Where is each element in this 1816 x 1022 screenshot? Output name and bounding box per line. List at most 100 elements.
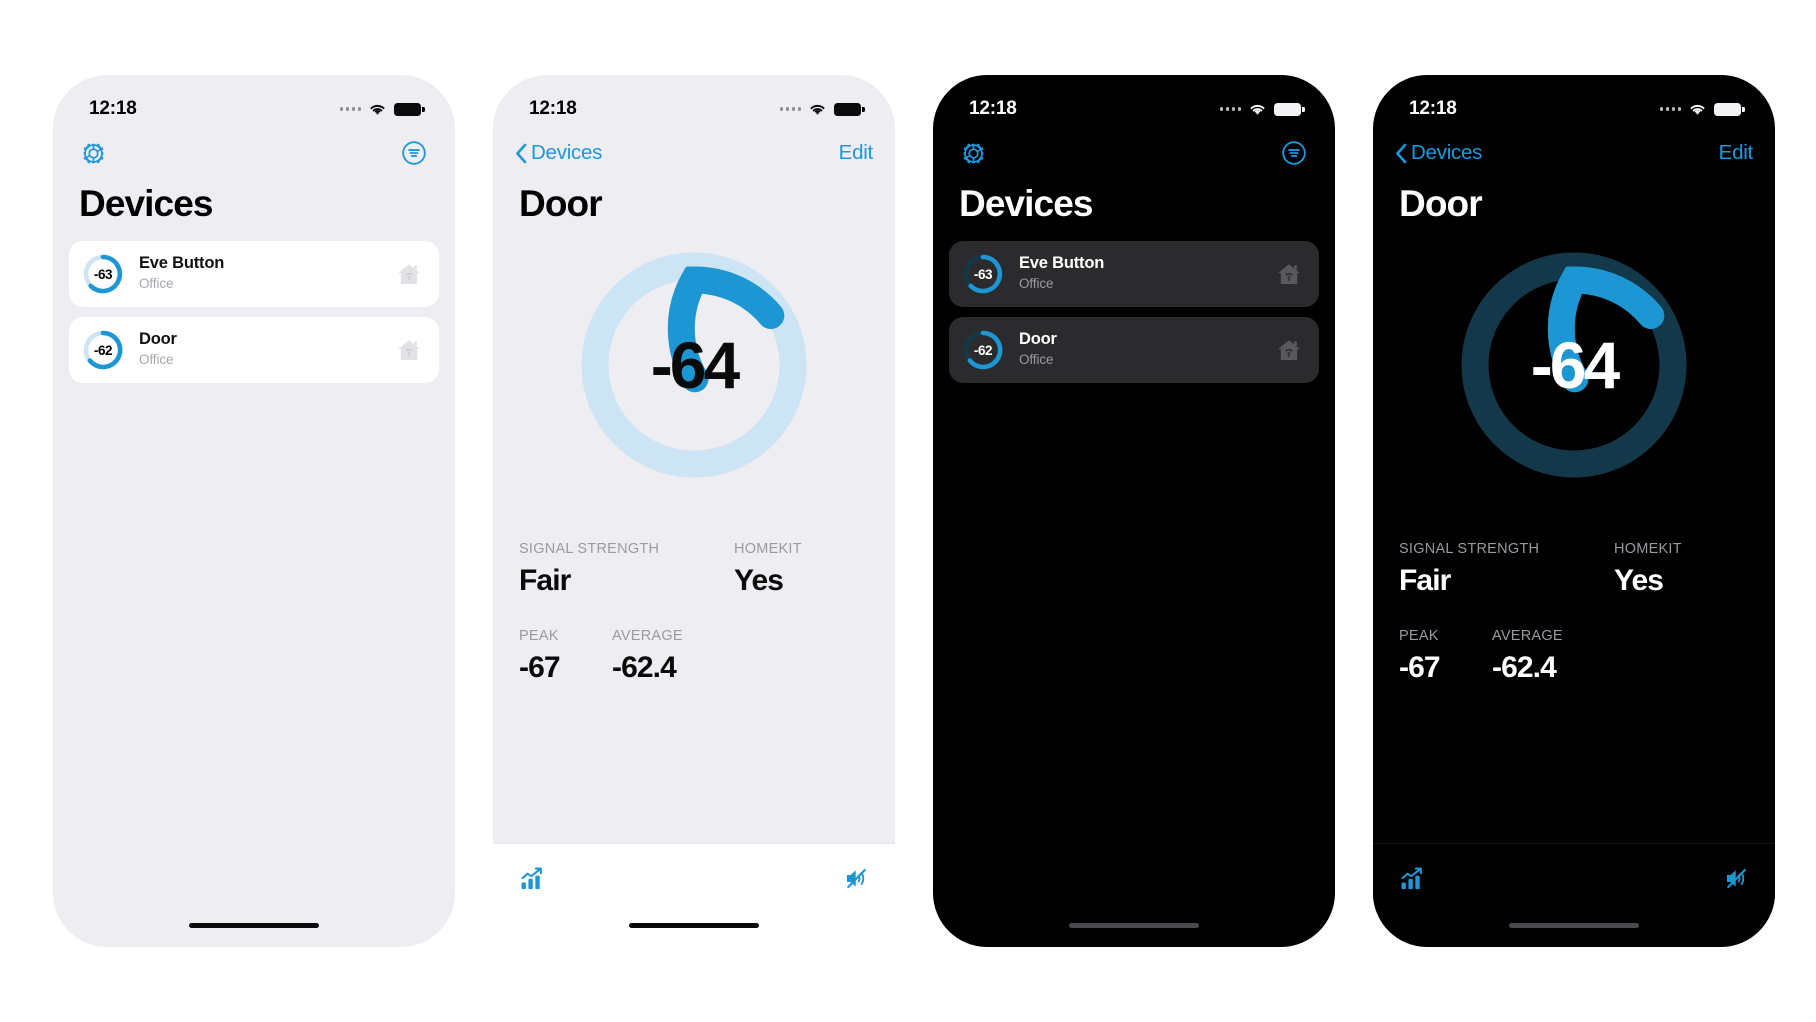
rssi-gauge: -62 — [81, 328, 125, 372]
detail-body: -64 SIGNAL STRENGTH Fair HOMEKIT Yes PEA… — [493, 225, 895, 843]
battery-full-icon — [834, 102, 865, 116]
rssi-gauge-large: -64 — [1448, 239, 1700, 491]
list-nav-bar — [53, 131, 455, 175]
device-list: -63 Eve Button Office -62 Door Office — [933, 225, 1335, 913]
home-indicator-area — [1373, 913, 1775, 947]
rssi-gauge: -63 — [81, 252, 125, 296]
filter-sort-icon[interactable] — [1281, 140, 1307, 166]
stat-value: -62.4 — [1492, 651, 1557, 684]
device-row-door[interactable]: -62 Door Office — [949, 317, 1319, 383]
speaker-mute-icon[interactable] — [1724, 866, 1749, 891]
status-bar-indicators — [779, 102, 865, 116]
page-title: Door — [1399, 183, 1483, 224]
speaker-mute-icon[interactable] — [844, 866, 869, 891]
stat-label: HOMEKIT — [1614, 541, 1682, 557]
rssi-value: -63 — [973, 266, 993, 282]
home-indicator[interactable] — [189, 923, 319, 928]
device-row-text: Eve Button Office — [1019, 254, 1275, 293]
rssi-value: -62 — [973, 342, 993, 358]
stats-section: SIGNAL STRENGTH Fair HOMEKIT Yes PEAK -6… — [493, 497, 895, 843]
status-bar-indicators — [339, 102, 425, 116]
home-indicator[interactable] — [1509, 923, 1639, 928]
stat-value: Yes — [1614, 564, 1664, 597]
stat-value: Fair — [1399, 564, 1451, 597]
filter-sort-icon[interactable] — [401, 140, 427, 166]
device-room: Office — [139, 352, 174, 368]
stats-row-primary: SIGNAL STRENGTH Fair HOMEKIT Yes — [519, 541, 869, 598]
device-name: Eve Button — [1019, 254, 1105, 273]
stat-label: SIGNAL STRENGTH — [519, 541, 660, 557]
stat-label: PEAK — [519, 628, 559, 644]
stat-homekit: HOMEKIT Yes — [734, 541, 802, 598]
device-room: Office — [1019, 352, 1054, 368]
phone-light-device-list: 12:18 Devices -63 Eve Button Office -62 … — [53, 75, 455, 947]
home-indicator-area — [933, 913, 1335, 947]
rssi-gauge: -62 — [961, 328, 1005, 372]
wifi-icon — [810, 104, 825, 115]
bar-chart-trend-icon[interactable] — [519, 866, 545, 892]
stat-value: Yes — [734, 564, 784, 597]
stat-label: HOMEKIT — [734, 541, 802, 557]
homekit-house-icon — [1275, 260, 1303, 288]
stat-label: SIGNAL STRENGTH — [1399, 541, 1540, 557]
device-list: -63 Eve Button Office -62 Door Office — [53, 225, 455, 913]
stat-peak: PEAK -67 — [1399, 628, 1492, 685]
stat-homekit: HOMEKIT Yes — [1614, 541, 1682, 598]
gear-icon[interactable] — [961, 141, 986, 166]
chevron-left-icon — [1396, 143, 1407, 163]
homekit-house-icon — [395, 336, 423, 364]
edit-button[interactable]: Edit — [839, 141, 874, 165]
cellular-dots-icon — [1659, 107, 1681, 111]
status-bar-clock: 12:18 — [529, 98, 577, 119]
rssi-value-large: -64 — [650, 328, 740, 402]
device-row-door[interactable]: -62 Door Office — [69, 317, 439, 383]
status-bar: 12:18 — [53, 75, 455, 131]
device-name: Door — [139, 330, 177, 349]
home-indicator[interactable] — [629, 923, 759, 928]
status-bar: 12:18 — [1373, 75, 1775, 131]
stat-value: Fair — [519, 564, 571, 597]
stat-value: -67 — [519, 651, 561, 684]
stats-section: SIGNAL STRENGTH Fair HOMEKIT Yes PEAK -6… — [1373, 497, 1775, 843]
gauge-container: -64 — [493, 225, 895, 497]
stat-signal-strength: SIGNAL STRENGTH Fair — [1399, 541, 1614, 598]
bottom-toolbar — [493, 843, 895, 913]
homekit-house-icon — [395, 260, 423, 288]
wifi-icon — [1250, 104, 1265, 115]
stat-label: PEAK — [1399, 628, 1439, 644]
stat-label: AVERAGE — [1492, 628, 1563, 644]
screenshot-stage: 12:18 Devices -63 Eve Button Office -62 … — [0, 0, 1816, 1022]
back-button-label: Devices — [1411, 141, 1483, 164]
wifi-icon — [370, 104, 385, 115]
detail-nav-bar: Devices Edit — [1373, 131, 1775, 175]
device-row-eve-button[interactable]: -63 Eve Button Office — [69, 241, 439, 307]
status-bar-indicators — [1659, 102, 1745, 116]
battery-full-icon — [1274, 102, 1305, 116]
back-button[interactable]: Devices — [515, 141, 602, 165]
battery-full-icon — [1714, 102, 1745, 116]
back-button[interactable]: Devices — [1395, 141, 1482, 165]
list-nav-bar — [933, 131, 1335, 175]
homekit-house-icon — [1275, 336, 1303, 364]
stat-peak: PEAK -67 — [519, 628, 612, 685]
device-row-eve-button[interactable]: -63 Eve Button Office — [949, 241, 1319, 307]
status-bar-indicators — [1219, 102, 1305, 116]
gear-icon[interactable] — [81, 141, 106, 166]
stat-average: AVERAGE -62.4 — [612, 628, 683, 685]
device-room: Office — [1019, 276, 1054, 292]
bar-chart-trend-icon[interactable] — [1399, 866, 1425, 892]
stat-value: -62.4 — [612, 651, 677, 684]
rssi-gauge-large: -64 — [568, 239, 820, 491]
bottom-toolbar — [1373, 843, 1775, 913]
back-button-label: Devices — [531, 141, 603, 164]
detail-body: -64 SIGNAL STRENGTH Fair HOMEKIT Yes PEA… — [1373, 225, 1775, 843]
edit-button[interactable]: Edit — [1719, 141, 1754, 165]
stats-row-primary: SIGNAL STRENGTH Fair HOMEKIT Yes — [1399, 541, 1749, 598]
device-row-text: Eve Button Office — [139, 254, 395, 293]
status-bar: 12:18 — [933, 75, 1335, 131]
home-indicator[interactable] — [1069, 923, 1199, 928]
chevron-left-icon — [516, 143, 527, 163]
device-name: Eve Button — [139, 254, 225, 273]
status-bar-clock: 12:18 — [969, 98, 1017, 119]
status-bar-clock: 12:18 — [1409, 98, 1457, 119]
